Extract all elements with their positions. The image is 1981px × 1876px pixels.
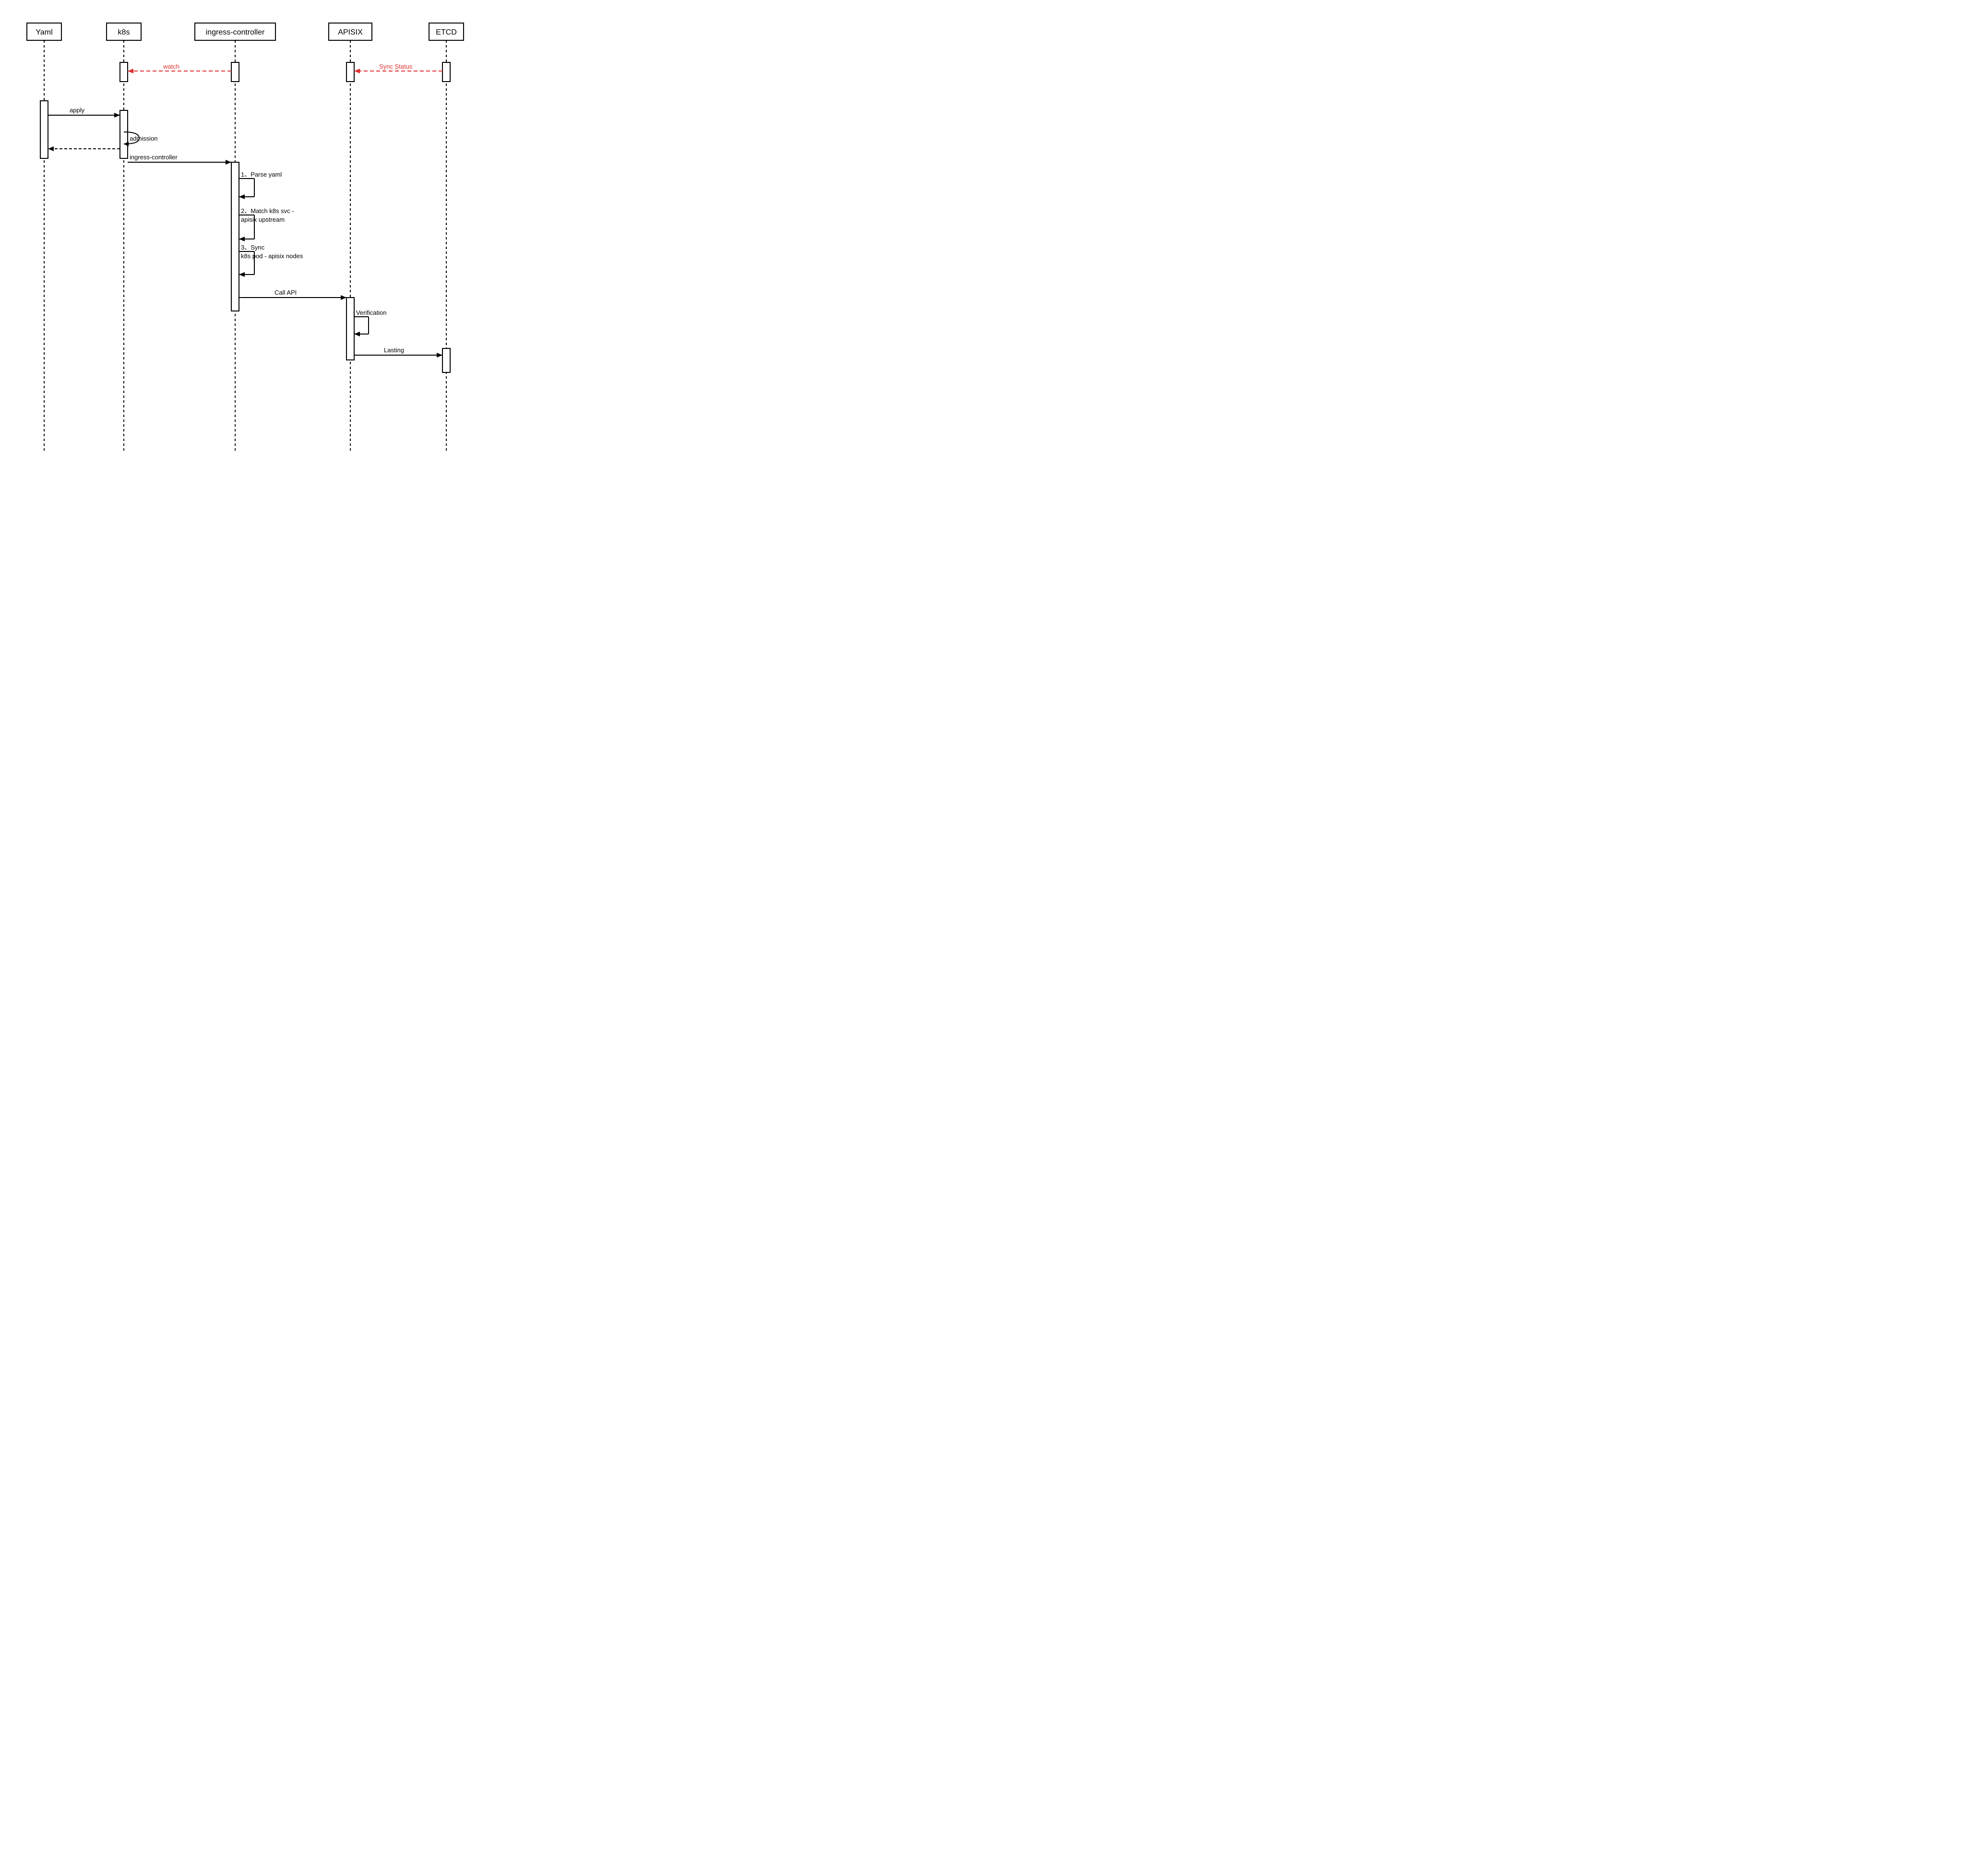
svg-text:3、Sync: 3、Sync (241, 244, 265, 251)
svg-text:ingress-controller: ingress-controller (130, 154, 178, 161)
svg-text:Verification: Verification (356, 309, 387, 316)
diagram-svg: Yaml k8s ingress-controller APISIX ETCD (0, 0, 495, 469)
svg-text:1、Parse yaml: 1、Parse yaml (241, 171, 282, 178)
svg-text:apisix upstream: apisix upstream (241, 216, 285, 223)
svg-text:apply: apply (70, 107, 85, 114)
svg-text:Yaml: Yaml (36, 28, 52, 36)
svg-text:admission: admission (130, 135, 158, 142)
svg-text:2、Match k8s svc -: 2、Match k8s svc - (241, 207, 294, 215)
svg-text:Lasting: Lasting (384, 347, 404, 354)
svg-text:watch: watch (163, 63, 179, 70)
svg-text:Sync Status: Sync Status (379, 63, 413, 70)
svg-text:ETCD: ETCD (436, 28, 457, 36)
sequence-diagram: Yaml k8s ingress-controller APISIX ETCD (0, 0, 495, 469)
svg-text:k8s pod - apisix nodes: k8s pod - apisix nodes (241, 252, 303, 260)
svg-text:Call API: Call API (274, 289, 297, 296)
svg-text:ingress-controller: ingress-controller (206, 28, 265, 36)
svg-text:k8s: k8s (118, 28, 130, 36)
svg-text:APISIX: APISIX (338, 28, 363, 36)
